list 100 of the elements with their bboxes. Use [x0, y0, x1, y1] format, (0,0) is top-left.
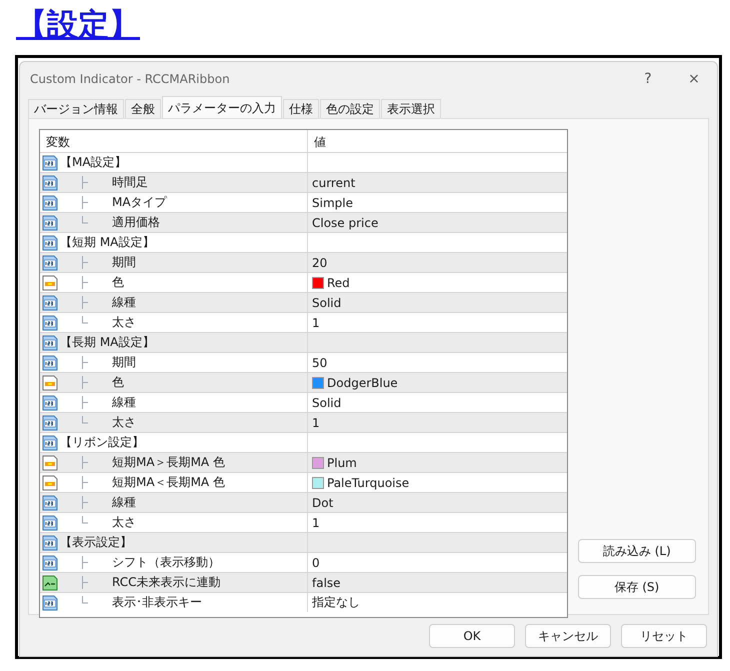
color-icon — [42, 474, 58, 490]
parameter-name: 線種 — [112, 294, 136, 311]
number-icon — [42, 394, 58, 410]
help-button[interactable]: ? — [625, 70, 671, 88]
parameter-name: RCC未来表示に連動 — [112, 574, 220, 591]
tab[interactable]: 色の設定 — [320, 99, 380, 118]
number-icon — [42, 534, 58, 550]
parameter-value: DodgerBlue — [327, 376, 398, 390]
number-icon — [42, 154, 58, 170]
tree-line — [82, 176, 88, 189]
parameter-value: Solid — [312, 396, 342, 410]
number-icon — [42, 554, 58, 570]
parameter-name: MAタイプ — [112, 194, 167, 211]
table-row[interactable]: 【表示設定】 — [40, 532, 567, 552]
parameter-value: PaleTurquoise — [327, 476, 410, 490]
tree-line — [82, 556, 88, 569]
parameter-value: Simple — [312, 196, 353, 210]
parameter-name: 色 — [112, 274, 124, 291]
table-row[interactable]: 太さ 1 — [40, 412, 567, 432]
table-row[interactable]: 色 DodgerBlue — [40, 372, 567, 392]
table-row[interactable]: 期間 20 — [40, 252, 567, 272]
parameter-name: 時間足 — [112, 174, 148, 191]
side-button[interactable]: 保存 (S) — [578, 575, 696, 599]
parameter-value: 50 — [312, 356, 328, 370]
parameter-name: 色 — [112, 374, 124, 391]
number-icon — [42, 214, 58, 230]
table-row[interactable]: 表示･非表示キー 指定なし — [40, 592, 567, 612]
parameter-value: Dot — [312, 496, 334, 510]
parameter-name: 太さ — [112, 514, 136, 531]
parameter-value: 1 — [312, 516, 320, 530]
page-heading: 【設定】 — [16, 6, 140, 45]
parameter-name: 線種 — [112, 394, 136, 411]
parameter-name: 期間 — [112, 254, 136, 271]
tab[interactable]: 表示選択 — [381, 99, 441, 118]
parameter-value: Red — [327, 276, 350, 290]
parameter-value: 指定なし — [312, 594, 360, 611]
tree-line — [82, 256, 88, 269]
number-icon — [42, 334, 58, 350]
dialog-button[interactable]: OK — [429, 624, 515, 648]
parameter-name: 【リボン設定】 — [60, 434, 144, 451]
side-button[interactable]: 読み込み (L) — [578, 539, 696, 563]
tree-line — [82, 276, 88, 289]
tab[interactable]: バージョン情報 — [28, 99, 124, 118]
number-icon — [42, 234, 58, 250]
parameter-name: 【MA設定】 — [60, 154, 127, 171]
table-row[interactable]: 線種 Dot — [40, 492, 567, 512]
tree-line — [82, 196, 88, 209]
table-row[interactable]: 時間足 current — [40, 172, 567, 192]
tab[interactable]: 仕様 — [283, 99, 319, 118]
parameter-value: 0 — [312, 556, 320, 570]
number-icon — [42, 174, 58, 190]
dialog-button[interactable]: キャンセル — [525, 624, 611, 648]
table-row[interactable]: 適用価格 Close price — [40, 212, 567, 232]
color-icon — [42, 454, 58, 470]
number-icon — [42, 594, 58, 610]
column-header: 変数 — [46, 135, 70, 149]
parameter-name: 表示･非表示キー — [112, 594, 202, 611]
number-icon — [42, 494, 58, 510]
table-row[interactable]: 短期MA＞長期MA 色 Plum — [40, 452, 567, 472]
column-header: 値 — [314, 135, 326, 149]
tree-line — [82, 396, 88, 409]
number-icon — [42, 514, 58, 530]
tab[interactable]: 全般 — [125, 99, 161, 118]
parameter-name: 【表示設定】 — [60, 534, 132, 551]
tab[interactable]: パラメーターの入力 — [162, 96, 282, 118]
parameter-name: 短期MA＞長期MA 色 — [112, 454, 225, 471]
number-icon — [42, 254, 58, 270]
parameter-value: false — [312, 576, 341, 590]
parameter-name: 【長期 MA設定】 — [60, 334, 154, 351]
color-icon — [42, 374, 58, 390]
parameter-name: 適用価格 — [112, 214, 160, 231]
parameter-name: 【短期 MA設定】 — [60, 234, 154, 251]
window-title: Custom Indicator - RCCMARibbon — [30, 72, 231, 86]
parameter-value: Plum — [327, 456, 357, 470]
parameter-name: 短期MA＜長期MA 色 — [112, 474, 225, 491]
tree-line — [82, 576, 88, 589]
parameter-name: シフト（表示移動） — [112, 554, 220, 571]
number-icon — [42, 354, 58, 370]
number-icon — [42, 434, 58, 450]
dialog-button[interactable]: リセット — [621, 624, 707, 648]
number-icon — [42, 414, 58, 430]
tree-line — [82, 496, 88, 509]
parameter-value: Close price — [312, 216, 378, 230]
parameter-name: 線種 — [112, 494, 136, 511]
parameter-value: 1 — [312, 316, 320, 330]
boolean-icon — [42, 574, 58, 590]
tree-line — [82, 356, 88, 369]
parameter-name: 太さ — [112, 314, 136, 331]
parameter-value: current — [312, 176, 356, 190]
tree-line — [82, 456, 88, 469]
parameter-name: 太さ — [112, 414, 136, 431]
table-row[interactable]: 線種 Solid — [40, 292, 567, 312]
color-icon — [42, 274, 58, 290]
tree-line — [82, 476, 88, 489]
table-row[interactable]: RCC未来表示に連動 false — [40, 572, 567, 592]
table-row[interactable]: 【長期 MA設定】 — [40, 332, 567, 352]
parameter-value: Solid — [312, 296, 342, 310]
number-icon — [42, 314, 58, 330]
close-button[interactable]: × — [671, 70, 717, 88]
tree-line — [82, 296, 88, 309]
